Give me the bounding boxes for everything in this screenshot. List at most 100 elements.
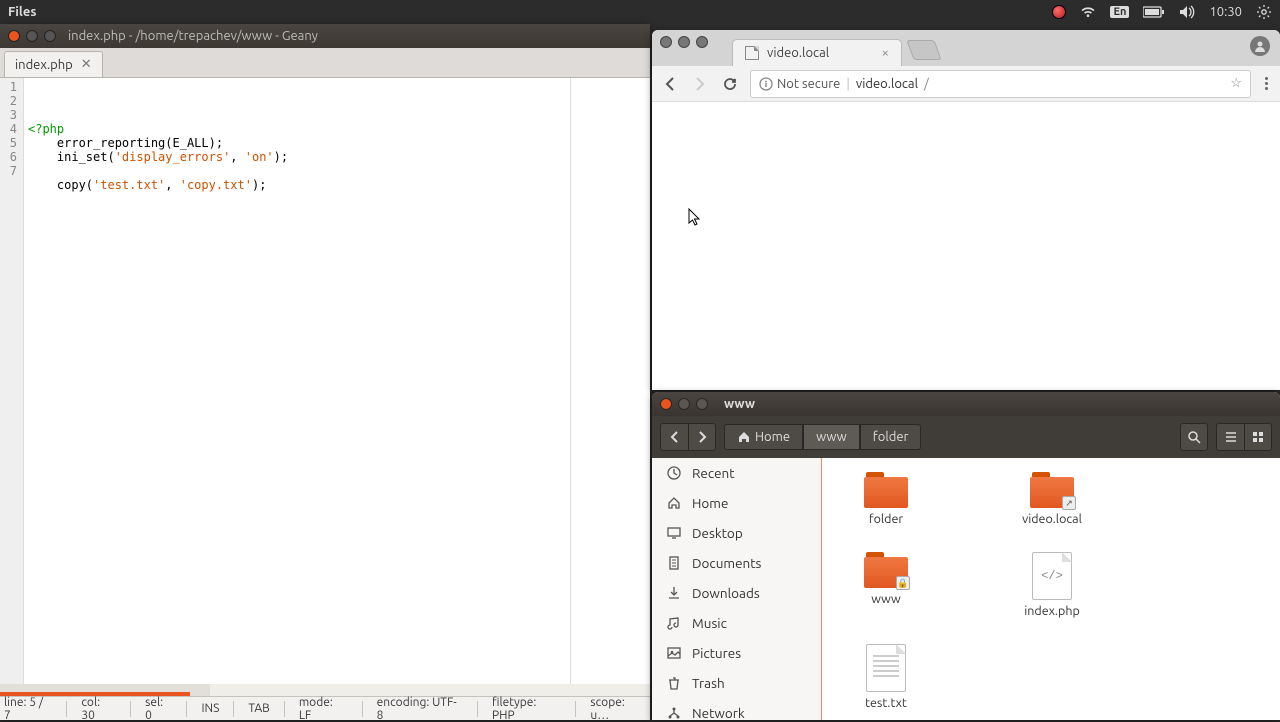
chrome-toolbar: Not secure | video.local/ ☆ [652, 66, 1280, 102]
nautilus-content[interactable]: folder ↗video.local 🔒 www </>index.php test.t… [822, 458, 1280, 720]
nautilus-window: www Home www folder RecentHomeDesktopDoc… [652, 392, 1280, 720]
file-item[interactable]: folder [846, 472, 926, 526]
status-sel: sel: 0 [145, 696, 172, 722]
volume-icon[interactable] [1179, 5, 1195, 19]
cursor-icon [688, 208, 702, 228]
pictures-icon [666, 645, 682, 661]
browser-viewport[interactable] [652, 102, 1280, 390]
folder-lock-icon: 🔒 [864, 552, 908, 588]
nautilus-title: www [724, 397, 755, 411]
close-button[interactable] [660, 36, 672, 48]
sidebar-item-pictures[interactable]: Pictures [652, 638, 821, 668]
page-icon [745, 46, 759, 60]
tab-title: video.local [767, 46, 829, 60]
search-button[interactable] [1180, 423, 1208, 451]
sidebar-item-recent[interactable]: Recent [652, 458, 821, 488]
wifi-icon[interactable] [1080, 5, 1096, 19]
geany-statusbar: line: 5 / 7 col: 30 sel: 0 INS TAB mode:… [0, 696, 650, 720]
trash-icon [666, 675, 682, 691]
status-mode: mode: LF [299, 696, 348, 722]
profile-button[interactable] [1250, 36, 1270, 56]
status-ins: INS [201, 702, 219, 715]
file-item[interactable]: </>index.php [1012, 552, 1092, 618]
sidebar-item-home[interactable]: Home [652, 488, 821, 518]
home-icon [737, 430, 751, 444]
nautilus-body: RecentHomeDesktopDocumentsDownloadsMusic… [652, 458, 1280, 720]
info-icon [759, 77, 773, 91]
status-line: line: 5 / 7 [4, 696, 52, 722]
sidebar-item-music[interactable]: Music [652, 608, 821, 638]
minimize-button[interactable] [678, 398, 690, 410]
list-view-button[interactable] [1216, 423, 1244, 451]
record-icon[interactable] [1052, 5, 1066, 19]
forward-button[interactable] [690, 74, 710, 94]
status-filetype: filetype: PHP [492, 696, 561, 722]
nautilus-toolbar: Home www folder [652, 416, 1280, 458]
nav-back-button[interactable] [660, 423, 688, 451]
file-label: www [871, 592, 901, 606]
url-path: / [924, 77, 929, 91]
chrome-tabbar: video.local × [652, 30, 1280, 66]
tab-close-icon[interactable]: × [882, 46, 889, 60]
geany-title: index.php - /home/trepachev/www - Geany [68, 29, 318, 43]
close-button[interactable] [8, 30, 20, 42]
geany-titlebar[interactable]: index.php - /home/trepachev/www - Geany [0, 24, 650, 48]
crumb-folder[interactable]: folder [860, 424, 922, 450]
status-scope: scope: u… [590, 696, 646, 722]
margin-guide [570, 78, 571, 696]
url-host: video.local [856, 77, 918, 91]
close-button[interactable] [660, 398, 672, 410]
grid-view-button[interactable] [1244, 423, 1272, 451]
editor-area[interactable]: 1234567 <?php error_reporting(E_ALL); in… [0, 78, 650, 696]
security-indicator[interactable]: Not secure [759, 77, 840, 91]
document-tab[interactable]: index.php ✕ [4, 51, 103, 77]
sidebar-item-desktop[interactable]: Desktop [652, 518, 821, 548]
reload-button[interactable] [720, 74, 740, 94]
not-secure-label: Not secure [777, 77, 840, 91]
code-area[interactable]: <?php error_reporting(E_ALL); ini_set('d… [24, 78, 650, 696]
geany-window: index.php - /home/trepachev/www - Geany … [0, 24, 650, 720]
sidebar-item-network[interactable]: Network [652, 698, 821, 720]
browser-tab[interactable]: video.local × [732, 39, 902, 66]
minimize-button[interactable] [26, 30, 38, 42]
nautilus-titlebar[interactable]: www [652, 392, 1280, 416]
maximize-button[interactable] [696, 398, 708, 410]
maximize-button[interactable] [44, 30, 56, 42]
crumb-www[interactable]: www [803, 424, 860, 450]
back-button[interactable] [660, 74, 680, 94]
documents-icon [666, 555, 682, 571]
file-item[interactable]: 🔒 www [846, 552, 926, 618]
file-label: video.local [1022, 512, 1082, 526]
file-item[interactable]: test.txt [846, 644, 926, 710]
network-icon [666, 705, 682, 720]
bookmark-icon[interactable]: ☆ [1230, 76, 1242, 91]
minimize-button[interactable] [678, 36, 690, 48]
home-icon [666, 495, 682, 511]
code-file-icon: </> [1032, 552, 1072, 600]
file-label: folder [869, 512, 903, 526]
desktop-icon [666, 525, 682, 541]
battery-icon[interactable] [1143, 6, 1165, 18]
clock[interactable]: 10:30 [1209, 5, 1242, 19]
file-label: test.txt [865, 696, 907, 710]
status-tab: TAB [248, 702, 269, 715]
nav-forward-button[interactable] [688, 423, 716, 451]
music-icon [666, 615, 682, 631]
panel-indicators: En 10:30 [1052, 4, 1272, 20]
sidebar-item-trash[interactable]: Trash [652, 668, 821, 698]
folder-icon [864, 472, 908, 508]
text-file-icon [866, 644, 906, 692]
lang-indicator[interactable]: En [1110, 6, 1129, 18]
file-item[interactable]: ↗video.local [1012, 472, 1092, 526]
crumb-home[interactable]: Home [724, 424, 803, 450]
chrome-window: video.local × Not secure | video.local/ … [652, 30, 1280, 390]
menu-button[interactable] [1261, 73, 1272, 94]
sidebar-item-downloads[interactable]: Downloads [652, 578, 821, 608]
tab-close-icon[interactable]: ✕ [81, 57, 92, 72]
maximize-button[interactable] [696, 36, 708, 48]
address-bar[interactable]: Not secure | video.local/ ☆ [750, 70, 1251, 98]
sidebar-item-documents[interactable]: Documents [652, 548, 821, 578]
new-tab-button[interactable] [906, 40, 941, 60]
gear-icon[interactable] [1256, 4, 1272, 20]
panel-app-title: Files [8, 5, 36, 19]
